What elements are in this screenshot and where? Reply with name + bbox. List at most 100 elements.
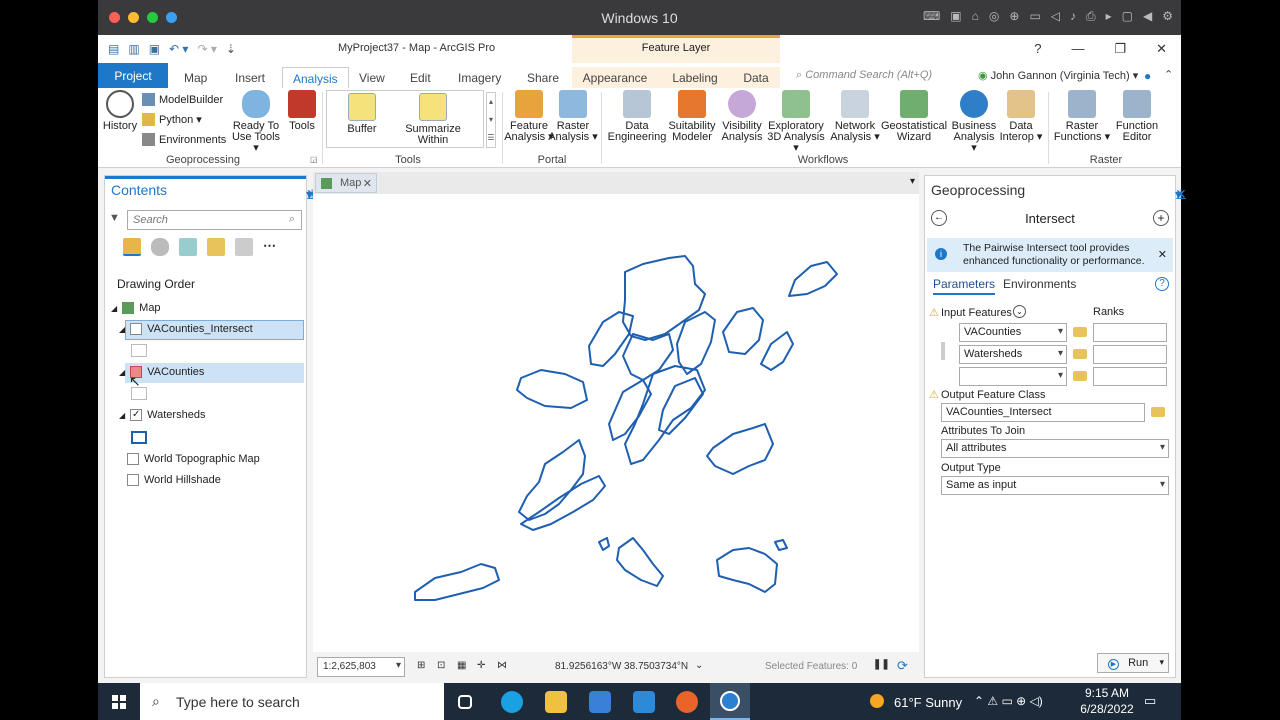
gallery-scroll[interactable]: ▴ ▾ ☰	[486, 92, 496, 148]
back-icon[interactable]: ◀	[1143, 9, 1152, 24]
input-feature-dropdown-2[interactable]: Watersheds	[959, 345, 1067, 364]
geoprocessing-launcher-icon[interactable]: ◲	[310, 155, 318, 164]
tab-list-dropdown-icon[interactable]: ▾	[910, 176, 915, 187]
modelbuilder-button[interactable]: ModelBuilder	[142, 93, 223, 106]
layer-world-hillshade[interactable]: World Hillshade	[127, 474, 221, 486]
restore-button[interactable]: ❐	[1114, 41, 1126, 57]
layer-world-topographic[interactable]: World Topographic Map	[127, 453, 260, 465]
store-icon[interactable]	[589, 691, 611, 713]
printer-icon[interactable]: ⎙	[1086, 9, 1096, 24]
notifications-icon[interactable]: ●	[1144, 69, 1151, 83]
expand-icon[interactable]: ◢	[111, 304, 117, 313]
layer-symbol[interactable]	[131, 431, 147, 444]
raster-functions-button[interactable]: Raster Functions ▾	[1052, 90, 1112, 143]
firefox-icon[interactable]	[676, 691, 698, 713]
map-view-tab[interactable]: Map ✕	[315, 173, 377, 193]
layer-watersheds[interactable]: ◢ ✓ Watersheds	[119, 409, 205, 421]
folder-icon[interactable]	[1151, 407, 1165, 417]
selected-features-count[interactable]: Selected Features: 0	[765, 661, 857, 672]
gear-icon[interactable]: ⚙	[1162, 9, 1173, 24]
close-icon[interactable]: ✕	[1175, 186, 1187, 203]
camera-icon[interactable]: ▭	[1029, 9, 1040, 24]
expand-icon[interactable]: ◢	[119, 411, 125, 420]
expand-inputs-icon[interactable]: ⌄	[1013, 305, 1026, 318]
customize-qat-icon[interactable]: ⇣	[226, 42, 236, 56]
mic-icon[interactable]: ♪	[1070, 9, 1076, 24]
expand-icon[interactable]: ◢	[119, 325, 125, 334]
layer-symbol[interactable]	[131, 344, 147, 357]
geostatistical-wizard-button[interactable]: Geostatistical Wizard	[881, 90, 947, 143]
arcgis-taskbar-item[interactable]	[710, 683, 750, 720]
tab-analysis[interactable]: Analysis	[282, 67, 349, 88]
tab-project[interactable]: Project	[98, 63, 168, 88]
clock-date[interactable]: 6/28/2022	[1080, 702, 1134, 716]
contents-search-input[interactable]: Search ⌕	[127, 210, 302, 230]
data-interop-button[interactable]: Data Interop ▾	[998, 90, 1044, 143]
snapping-icon[interactable]	[235, 238, 253, 256]
selection-icon[interactable]	[179, 238, 197, 256]
attributes-to-join-dropdown[interactable]: All attributes	[941, 439, 1169, 458]
tab-edit[interactable]: Edit	[400, 67, 441, 88]
filter-icon[interactable]: ▼	[109, 212, 120, 224]
tray-icons[interactable]: ⌃ ⚠ ▭ ⊕ ◁)	[974, 694, 1043, 708]
task-view-icon[interactable]	[458, 695, 472, 709]
undo-icon[interactable]: ↶ ▾	[169, 42, 188, 56]
tree-map[interactable]: ◢ Map	[111, 302, 161, 314]
suitability-modeler-button[interactable]: Suitability Modeler	[664, 90, 720, 143]
coordinate-format-dropdown-icon[interactable]: ⌄	[695, 660, 703, 671]
input-feature-dropdown-3[interactable]	[959, 367, 1067, 386]
layer-vacounties-intersect[interactable]: ◢ VACounties_Intersect	[119, 323, 253, 335]
action-center-icon[interactable]: ▭	[1144, 693, 1156, 709]
dismiss-icon[interactable]: ✕	[1158, 248, 1167, 261]
open-project-icon[interactable]: ▥	[128, 42, 139, 56]
add-to-favorites-icon[interactable]: +	[1153, 210, 1169, 226]
taskbar-search-input[interactable]: ⌕ Type here to search	[140, 683, 444, 720]
network-icon[interactable]: ◎	[989, 9, 999, 24]
command-search[interactable]: ⌕ Command Search (Alt+Q)	[796, 69, 966, 82]
help-icon[interactable]: ?	[1155, 277, 1169, 291]
rank-input-1[interactable]	[1093, 323, 1167, 342]
edge-icon[interactable]	[501, 691, 523, 713]
speaker-icon[interactable]: ◁	[1051, 9, 1060, 24]
run-options-dropdown-icon[interactable]: ▾	[1159, 657, 1164, 668]
collapse-ribbon-icon[interactable]: ⌃	[1164, 68, 1173, 81]
full-extent-icon[interactable]: ⊡	[437, 660, 445, 671]
minimize-button[interactable]: —	[1071, 41, 1084, 57]
usb-icon[interactable]: ⌂	[972, 9, 979, 24]
rank-input-2[interactable]	[1093, 345, 1167, 364]
folder-icon[interactable]	[1073, 349, 1087, 359]
network-analysis-button[interactable]: Network Analysis ▾	[830, 90, 880, 143]
visibility-checkbox[interactable]	[130, 323, 143, 335]
tab-appearance[interactable]: Appearance	[572, 67, 658, 88]
more-options-icon[interactable]: ⋯	[263, 238, 281, 256]
coordinate-readout[interactable]: 81.9256163°W 38.7503734°N	[555, 661, 688, 672]
editing-icon[interactable]	[207, 238, 225, 256]
folder-icon[interactable]	[1073, 371, 1087, 381]
redo-icon[interactable]: ↷ ▾	[197, 42, 216, 56]
close-button[interactable]: ✕	[1156, 41, 1167, 57]
tab-labeling[interactable]: Labeling	[658, 67, 732, 88]
drawing-order-icon[interactable]	[123, 238, 141, 256]
keyboard-icon[interactable]: ⌨	[923, 9, 940, 24]
clock-time[interactable]: 9:15 AM	[1084, 686, 1130, 700]
user-account[interactable]: ◉ John Gannon (Virginia Tech) ▾	[978, 69, 1138, 82]
visibility-analysis-button[interactable]: Visibility Analysis	[717, 90, 767, 143]
row-drag-handle[interactable]	[941, 342, 945, 360]
save-icon[interactable]: ▣	[149, 42, 160, 56]
screen-icon[interactable]: ▢	[1122, 9, 1133, 24]
buffer-button[interactable]: Buffer	[335, 93, 389, 135]
globe-icon[interactable]: ⊕	[1009, 9, 1019, 24]
expand-icon[interactable]: ◢	[119, 368, 125, 377]
input-feature-dropdown-1[interactable]: VACounties	[959, 323, 1067, 342]
pause-drawing-icon[interactable]: ❚❚	[873, 659, 890, 670]
crosshair-icon[interactable]: ✛	[477, 660, 485, 671]
function-editor-button[interactable]: Function Editor	[1112, 90, 1162, 143]
ready-to-use-tools-button[interactable]: Ready To Use Tools ▾	[230, 90, 282, 154]
tab-imagery[interactable]: Imagery	[448, 67, 511, 88]
visibility-checkbox[interactable]	[127, 474, 139, 486]
rank-input-3[interactable]	[1093, 367, 1167, 386]
tab-map[interactable]: Map	[174, 67, 217, 88]
map-canvas[interactable]	[313, 194, 919, 652]
cpu-icon[interactable]: ▣	[950, 9, 961, 24]
data-engineering-button[interactable]: Data Engineering	[605, 90, 669, 143]
